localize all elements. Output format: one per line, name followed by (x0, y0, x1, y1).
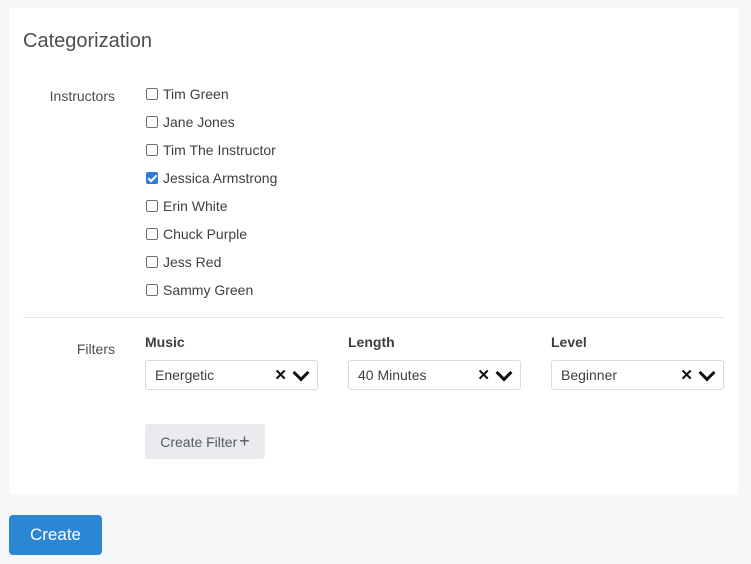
instructor-item[interactable]: Jane Jones (146, 108, 277, 136)
instructor-item[interactable]: Jess Red (146, 248, 277, 276)
instructors-list: Tim Green Jane Jones Tim The Instructor … (146, 80, 277, 304)
checkbox[interactable] (146, 200, 158, 212)
filters-label: Filters (76, 341, 115, 357)
instructor-name: Jane Jones (163, 114, 235, 130)
checkbox[interactable] (146, 256, 158, 268)
filter-label: Length (348, 334, 395, 350)
instructor-item[interactable]: Sammy Green (146, 276, 277, 304)
music-select[interactable]: Energetic ✕ (145, 360, 318, 390)
plus-icon: + (239, 431, 250, 451)
filter-length: Length 40 Minutes ✕ (348, 334, 521, 390)
level-select[interactable]: Beginner ✕ (551, 360, 724, 390)
checkbox[interactable] (146, 116, 158, 128)
checkbox[interactable] (146, 88, 158, 100)
instructor-name: Chuck Purple (163, 226, 248, 242)
x-icon[interactable]: ✕ (274, 366, 287, 384)
instructor-name: Tim The Instructor (163, 142, 276, 158)
x-icon[interactable]: ✕ (680, 366, 693, 384)
length-select[interactable]: 40 Minutes ✕ (348, 360, 521, 390)
instructor-name: Tim Green (163, 86, 229, 102)
chevron-down-icon[interactable] (292, 364, 310, 381)
filter-music: Music Energetic ✕ (145, 334, 318, 390)
checkbox[interactable] (146, 284, 158, 296)
create-filter-button[interactable]: Create Filter + (145, 424, 265, 459)
checkbox[interactable] (146, 228, 158, 240)
x-icon[interactable]: ✕ (477, 366, 490, 384)
checkbox[interactable] (146, 172, 158, 184)
select-value: Energetic (155, 367, 215, 383)
instructor-name: Jess Red (163, 254, 222, 270)
create-button[interactable]: Create (9, 515, 102, 555)
create-filter-label: Create Filter (160, 433, 238, 450)
filter-label: Level (551, 334, 587, 350)
instructor-item[interactable]: Chuck Purple (146, 220, 277, 248)
checkbox[interactable] (146, 144, 158, 156)
select-value: 40 Minutes (358, 367, 427, 383)
divider (23, 317, 724, 318)
instructor-item[interactable]: Tim The Instructor (146, 136, 277, 164)
filter-label: Music (145, 334, 185, 350)
filter-level: Level Beginner ✕ (551, 334, 724, 390)
instructor-name: Sammy Green (163, 282, 254, 298)
chevron-down-icon[interactable] (495, 364, 513, 381)
instructor-item[interactable]: Tim Green (146, 80, 277, 108)
chevron-down-icon[interactable] (698, 364, 716, 381)
instructors-label: Instructors (49, 88, 115, 104)
instructor-item[interactable]: Erin White (146, 192, 277, 220)
instructor-name: Erin White (163, 198, 228, 214)
instructor-item[interactable]: Jessica Armstrong (146, 164, 277, 192)
instructor-name: Jessica Armstrong (163, 170, 278, 186)
select-value: Beginner (561, 367, 618, 383)
categorization-card: Categorization Instructors Tim Green Jan… (9, 8, 738, 494)
section-title: Categorization (23, 30, 152, 52)
